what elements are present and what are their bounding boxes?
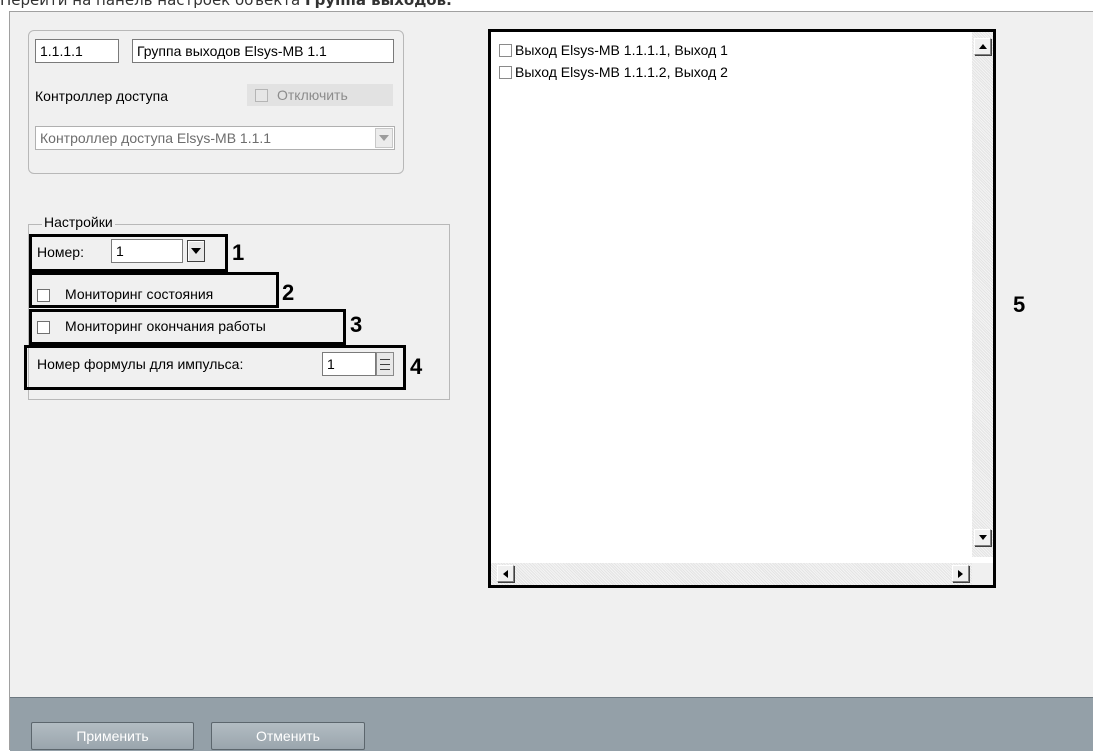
output-1-checkbox[interactable] bbox=[499, 44, 512, 57]
object-id-field[interactable]: 1.1.1.1 bbox=[35, 39, 119, 63]
monitor-end-label: Мониторинг окончания работы bbox=[65, 318, 266, 334]
number-select[interactable]: 1 bbox=[111, 239, 183, 263]
list-item[interactable]: Выход Elsys-MB 1.1.1.1, Выход 1 bbox=[499, 42, 728, 58]
chevron-down-icon bbox=[191, 248, 201, 254]
impulse-spin-buttons[interactable] bbox=[376, 352, 394, 376]
chevron-down-icon bbox=[379, 135, 389, 141]
caption-bold: Группа выходов. bbox=[305, 0, 452, 9]
number-dropdown-button[interactable] bbox=[187, 240, 205, 262]
parent-label: Контроллер доступа bbox=[35, 88, 169, 104]
callout-5: 5 bbox=[1013, 292, 1026, 317]
impulse-label: Номер формулы для импульса: bbox=[37, 356, 244, 372]
cancel-button[interactable]: Отменить bbox=[211, 722, 365, 750]
parent-controller-select[interactable]: Контроллер доступа Elsys-MB 1.1.1 bbox=[35, 126, 395, 150]
vertical-scrollbar[interactable] bbox=[972, 32, 993, 557]
disable-label: Отключить bbox=[277, 87, 348, 103]
settings-title: Настройки bbox=[42, 214, 115, 230]
scroll-up-button[interactable] bbox=[974, 38, 991, 55]
callout-4: 4 bbox=[410, 354, 423, 379]
number-label: Номер: bbox=[37, 244, 84, 260]
bottom-toolbar: Применить Отменить bbox=[10, 697, 1093, 751]
impulse-value: 1 bbox=[327, 356, 335, 372]
number-value: 1 bbox=[116, 243, 124, 259]
monitor-state-checkbox[interactable] bbox=[37, 289, 50, 302]
disable-checkbox-group[interactable]: Отключить bbox=[247, 84, 393, 106]
arrow-right-icon bbox=[958, 569, 963, 578]
arrow-down-icon bbox=[978, 535, 987, 540]
scroll-down-button[interactable] bbox=[974, 529, 991, 546]
object-box: 1.1.1.1 Группа выходов Elsys-MB 1.1 Конт… bbox=[28, 30, 404, 174]
callout-3: 3 bbox=[350, 312, 363, 337]
parent-controller-value: Контроллер доступа Elsys-MB 1.1.1 bbox=[40, 130, 272, 146]
parent-dropdown-button[interactable] bbox=[375, 128, 393, 148]
output-2-label: Выход Elsys-MB 1.1.1.2, Выход 2 bbox=[515, 64, 728, 80]
monitor-end-checkbox[interactable] bbox=[37, 321, 50, 334]
settings-panel: 1.1.1.1 Группа выходов Elsys-MB 1.1 Конт… bbox=[9, 11, 1093, 751]
horizontal-scrollbar[interactable] bbox=[491, 563, 975, 585]
output-2-checkbox[interactable] bbox=[499, 66, 512, 79]
monitor-state-label: Мониторинг состояния bbox=[65, 286, 214, 302]
scroll-corner bbox=[972, 563, 993, 585]
outputs-listbox: Выход Elsys-MB 1.1.1.1, Выход 1 Выход El… bbox=[488, 29, 996, 588]
object-name-field[interactable]: Группа выходов Elsys-MB 1.1 bbox=[132, 39, 394, 63]
scroll-right-button[interactable] bbox=[952, 565, 969, 582]
scroll-left-button[interactable] bbox=[497, 565, 514, 582]
disable-checkbox[interactable] bbox=[255, 89, 268, 102]
impulse-spinner-field[interactable]: 1 bbox=[322, 352, 376, 376]
apply-button[interactable]: Применить bbox=[31, 722, 194, 750]
arrow-up-icon bbox=[978, 44, 987, 49]
callout-2: 2 bbox=[282, 280, 295, 305]
output-1-label: Выход Elsys-MB 1.1.1.1, Выход 1 bbox=[515, 42, 728, 58]
page-caption: Перейти на панель настроек объекта Групп… bbox=[0, 0, 452, 11]
arrow-left-icon bbox=[503, 569, 508, 578]
callout-1: 1 bbox=[232, 240, 245, 265]
list-item[interactable]: Выход Elsys-MB 1.1.1.2, Выход 2 bbox=[499, 64, 728, 80]
caption-text: Перейти на панель настроек объекта bbox=[0, 0, 306, 9]
